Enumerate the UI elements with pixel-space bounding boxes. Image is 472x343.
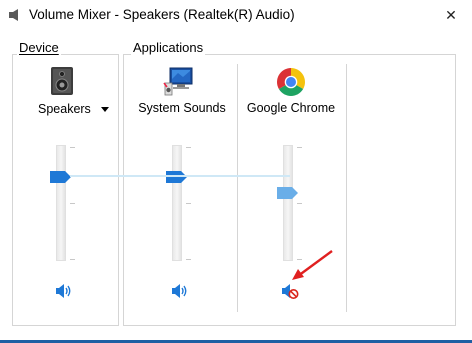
device-select-value: Speakers — [38, 102, 91, 116]
slider-tick — [297, 203, 302, 204]
slider-tick — [186, 203, 191, 204]
slider-thumb[interactable] — [166, 171, 188, 183]
chrome-icon — [275, 66, 307, 98]
volume-link-line — [70, 175, 290, 177]
column-divider — [237, 64, 238, 312]
close-icon: ✕ — [445, 6, 457, 23]
slider-thumb[interactable] — [277, 187, 299, 199]
slider-tick — [70, 259, 75, 260]
close-button[interactable]: ✕ — [440, 4, 462, 26]
applications-group-label: Applications — [131, 40, 206, 55]
speaker-icon — [172, 284, 187, 298]
volume-mixer-window: Volume Mixer - Speakers (Realtek(R) Audi… — [0, 0, 472, 343]
slider-tick — [186, 259, 191, 260]
title-bar: Volume Mixer - Speakers (Realtek(R) Audi… — [0, 0, 472, 30]
slider-tick — [70, 147, 75, 148]
slider-track — [56, 145, 66, 261]
speaker-muted-icon — [282, 284, 299, 299]
app-name-system-sounds: System Sounds — [138, 101, 226, 115]
mute-speakers-button[interactable] — [55, 283, 73, 299]
slider-tick — [297, 259, 302, 260]
window-title: Volume Mixer - Speakers (Realtek(R) Audi… — [29, 7, 295, 22]
google-chrome-volume-slider[interactable] — [277, 145, 303, 261]
device-group-label: Device — [17, 40, 61, 55]
volume-mixer-icon — [8, 8, 22, 22]
slider-tick — [297, 147, 302, 148]
slider-thumb[interactable] — [50, 171, 72, 183]
mute-system-sounds-button[interactable] — [171, 283, 189, 299]
slider-track — [172, 145, 182, 261]
device-select[interactable]: Speakers — [33, 98, 113, 120]
slider-tick — [70, 203, 75, 204]
slider-track — [283, 145, 293, 261]
speakers-icon — [47, 65, 79, 97]
speaker-icon — [56, 284, 71, 298]
system-sounds-icon — [163, 65, 195, 97]
column-divider — [346, 64, 347, 312]
slider-tick — [186, 147, 191, 148]
device-volume-slider[interactable] — [50, 145, 76, 261]
app-name-google-chrome: Google Chrome — [246, 101, 336, 115]
unmute-google-chrome-button[interactable] — [281, 283, 299, 299]
system-sounds-volume-slider[interactable] — [166, 145, 192, 261]
chevron-down-icon — [100, 106, 109, 112]
